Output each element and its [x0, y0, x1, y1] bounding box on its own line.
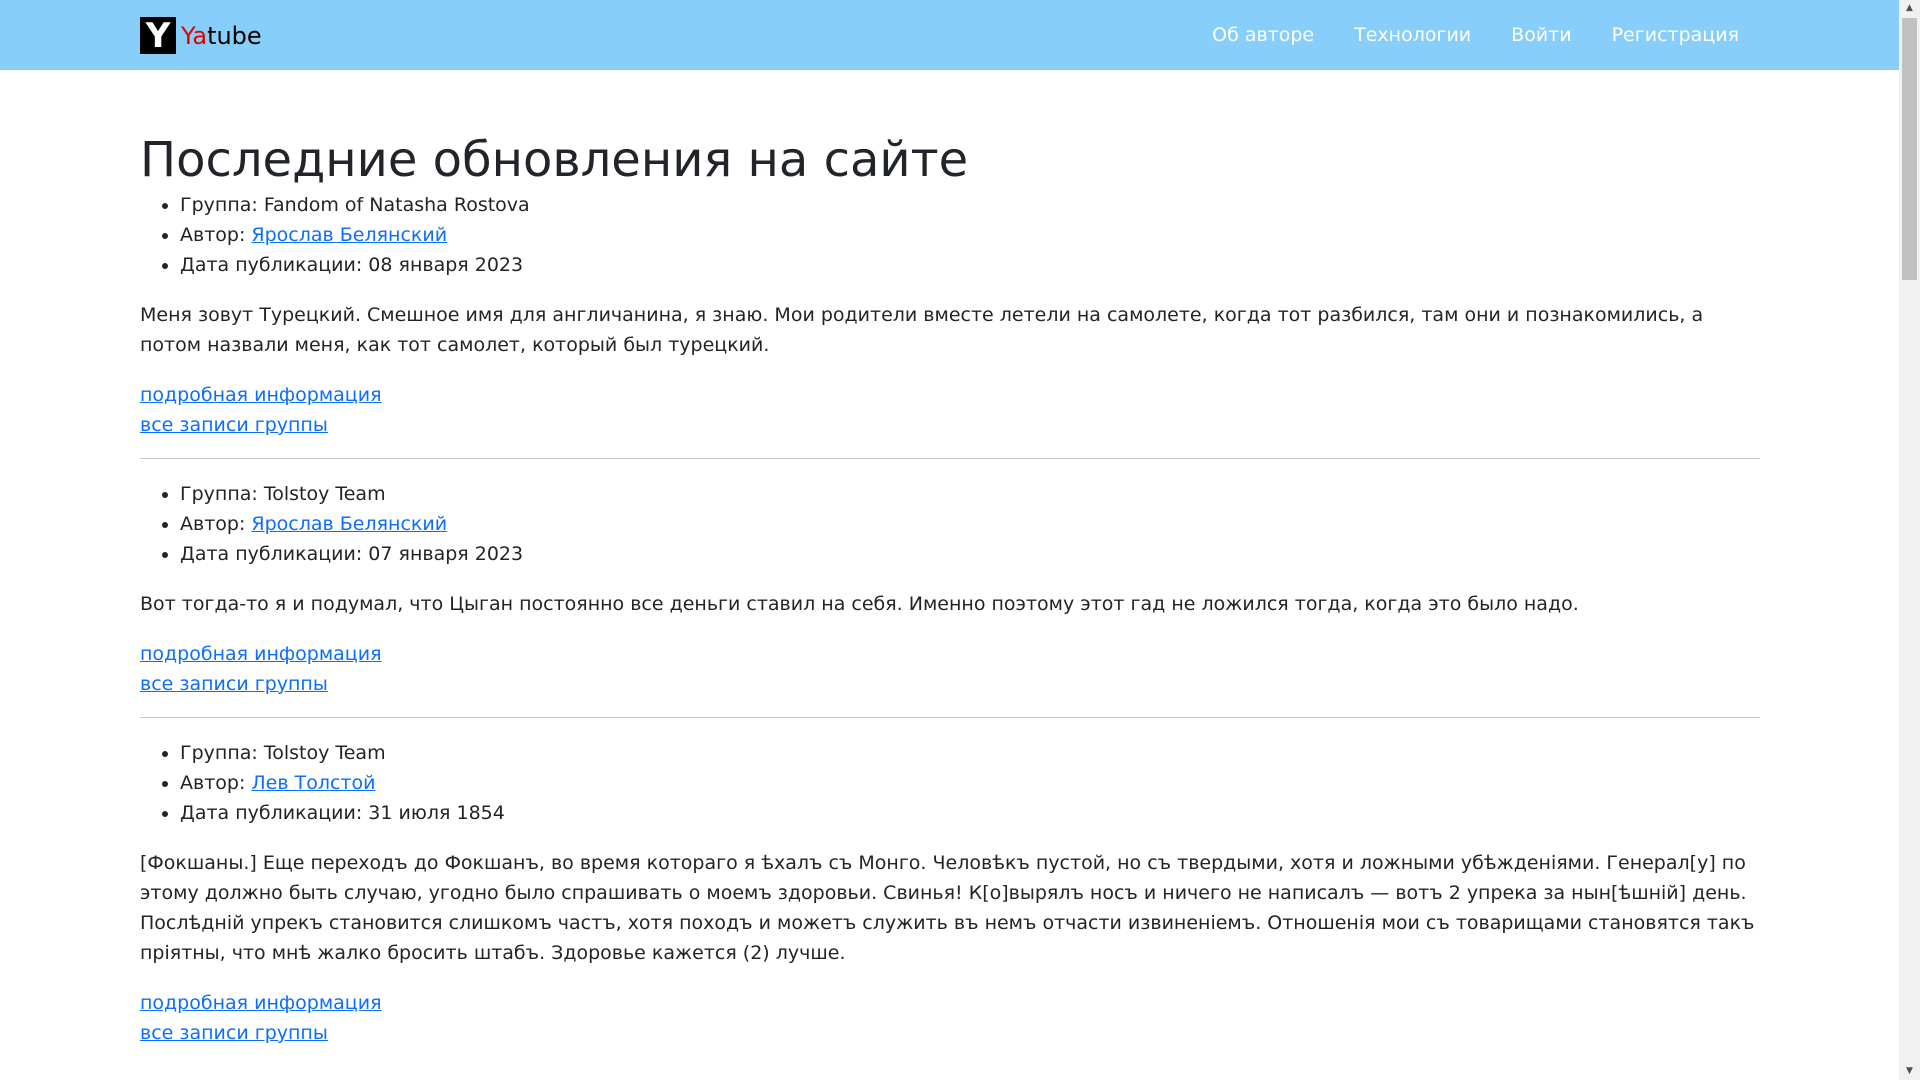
group-posts-link[interactable]: все записи группы: [140, 669, 1760, 699]
navbar: Y Yatube Об авторе Технологии Войти Реги…: [0, 0, 1899, 70]
author-link[interactable]: Ярослав Белянский: [251, 513, 447, 535]
post-date: Дата публикации: 31 июля 1854: [180, 798, 1760, 828]
main-content: Последние обновления на сайте Группа: Fa…: [140, 70, 1760, 1048]
post-group: Группа: Tolstoy Team: [180, 479, 1760, 509]
post: Группа: Fandom of Natasha Rostova Автор:…: [140, 190, 1760, 440]
divider: [140, 716, 1760, 718]
nav-link-login[interactable]: Войти: [1511, 24, 1571, 46]
post-author: Автор: Ярослав Белянский: [180, 220, 1760, 250]
post-details-link[interactable]: подробная информация: [140, 380, 1760, 410]
post-author-label: Автор:: [180, 771, 252, 794]
nav-link-tech[interactable]: Технологии: [1354, 24, 1471, 46]
post-date: Дата публикации: 08 января 2023: [180, 250, 1760, 280]
post-text: Меня зовут Турецкий. Смешное имя для анг…: [140, 303, 1704, 356]
group-posts-link[interactable]: все записи группы: [140, 410, 1760, 440]
post-group: Группа: Tolstoy Team: [180, 738, 1760, 768]
scrollbar-thumb[interactable]: [1902, 18, 1917, 280]
yatube-logo-icon: Y: [140, 17, 176, 54]
divider: [140, 457, 1760, 459]
brand-name-rest: tube: [207, 21, 262, 50]
post-group: Группа: Fandom of Natasha Rostova: [180, 190, 1760, 220]
scroll-down-arrow-icon[interactable]: ▼: [1899, 1063, 1920, 1080]
post-links: подробная информация все записи группы: [140, 380, 1760, 440]
post-meta: Группа: Tolstoy Team Автор: Ярослав Беля…: [140, 479, 1760, 569]
nav-links: Об авторе Технологии Войти Регистрация: [1172, 0, 1739, 70]
page-title: Последние обновления на сайте: [140, 132, 969, 188]
post-details-link[interactable]: подробная информация: [140, 639, 1760, 669]
post-text: [Фокшаны.] Еще переходъ до Фокшанъ, во в…: [140, 851, 1755, 964]
post-links: подробная информация все записи группы: [140, 988, 1760, 1048]
post-author-label: Автор:: [180, 223, 252, 246]
post-meta: Группа: Tolstoy Team Автор: Лев Толстой …: [140, 738, 1760, 828]
brand-name: Yatube: [181, 22, 262, 50]
brand-link[interactable]: Y Yatube: [140, 17, 262, 54]
post-links: подробная информация все записи группы: [140, 639, 1760, 699]
author-link[interactable]: Лев Толстой: [251, 772, 375, 794]
post-details-link[interactable]: подробная информация: [140, 988, 1760, 1018]
post-author-label: Автор:: [180, 512, 252, 535]
page-scrollbar[interactable]: ▲ ▼: [1899, 0, 1920, 1080]
nav-link-signup[interactable]: Регистрация: [1612, 24, 1739, 46]
post: Группа: Tolstoy Team Автор: Лев Толстой …: [140, 738, 1760, 1048]
author-link[interactable]: Ярослав Белянский: [251, 224, 447, 246]
post: Группа: Tolstoy Team Автор: Ярослав Беля…: [140, 479, 1760, 699]
post-meta: Группа: Fandom of Natasha Rostova Автор:…: [140, 190, 1760, 280]
post-author: Автор: Ярослав Белянский: [180, 509, 1760, 539]
brand-name-accent: Ya: [181, 21, 208, 50]
post-text: Вот тогда-то я и подумал, что Цыган пост…: [140, 592, 1579, 615]
nav-link-about[interactable]: Об авторе: [1212, 24, 1314, 46]
scroll-up-arrow-icon[interactable]: ▲: [1899, 0, 1920, 17]
post-date: Дата публикации: 07 января 2023: [180, 539, 1760, 569]
post-author: Автор: Лев Толстой: [180, 768, 1760, 798]
group-posts-link[interactable]: все записи группы: [140, 1018, 1760, 1048]
